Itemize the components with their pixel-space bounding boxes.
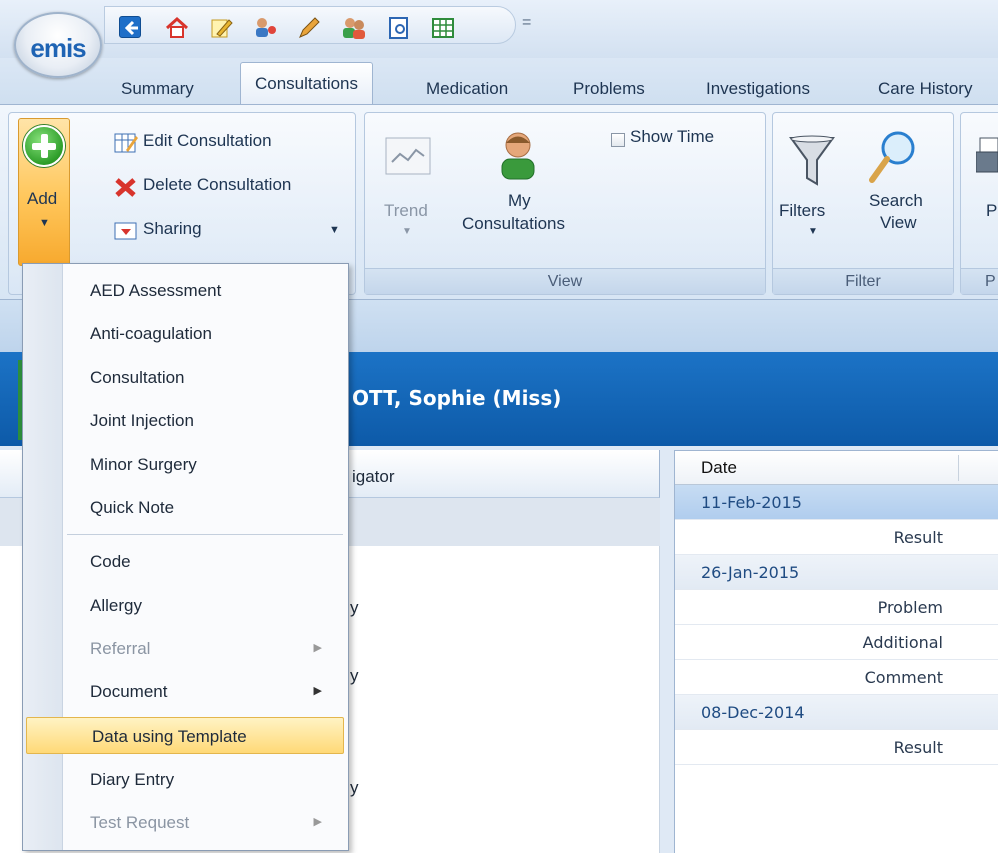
edit-icon[interactable]	[209, 16, 233, 38]
menu-item-minor-surgery[interactable]: Minor Surgery	[25, 446, 346, 483]
table-row[interactable]: Result	[675, 730, 998, 765]
search-view-line1[interactable]: Search	[869, 191, 923, 211]
filter-group-label: Filter	[773, 268, 953, 294]
add-plus-icon	[23, 125, 65, 167]
menu-separator	[67, 534, 343, 535]
print-button[interactable]: P	[986, 201, 997, 221]
my-consultations-line2[interactable]: Consultations	[462, 214, 565, 234]
tab-medication[interactable]: Medication	[426, 74, 508, 104]
table-row[interactable]: Comment	[675, 660, 998, 695]
emis-logo-button[interactable]: emis	[14, 12, 102, 78]
menu-item-quick-note[interactable]: Quick Note	[25, 489, 346, 526]
menu-item-data-using-template[interactable]: Data using Template	[26, 717, 344, 754]
submenu-arrow-icon: ▶	[313, 642, 322, 654]
date-header-label: Date	[701, 458, 737, 477]
add-button[interactable]: Add ▼	[18, 118, 70, 266]
back-arrow-icon[interactable]	[119, 16, 141, 38]
my-consultations-icon	[494, 130, 542, 182]
add-dropdown-menu: AED Assessment Anti-coagulation Consulta…	[22, 263, 349, 851]
menu-item-test-request[interactable]: Test Request ▶	[25, 804, 346, 841]
menu-item-referral[interactable]: Referral ▶	[25, 630, 346, 667]
tab-care-history[interactable]: Care History	[878, 74, 972, 104]
table-row[interactable]: Additional	[675, 625, 998, 660]
my-consultations-line1[interactable]: My	[508, 191, 531, 211]
search-view-line2[interactable]: View	[880, 213, 917, 233]
tab-consultations[interactable]: Consultations	[240, 62, 374, 105]
document-icon[interactable]	[387, 16, 409, 39]
menu-item-consultation[interactable]: Consultation	[25, 359, 346, 396]
filter-funnel-icon	[788, 134, 836, 186]
add-label: Add	[27, 189, 58, 208]
menu-item-document-label: Document	[90, 682, 168, 701]
delete-consultation-button[interactable]: Delete Consultation	[143, 175, 291, 195]
show-time-label: Show Time	[630, 127, 715, 146]
table-row[interactable]: 11-Feb-2015	[675, 485, 998, 520]
sharing-dropdown-icon[interactable]: ▼	[329, 224, 340, 236]
edit-consultation-icon	[114, 132, 138, 153]
navigator-row-text: y	[350, 778, 359, 797]
add-dropdown-icon: ▼	[39, 217, 50, 229]
menu-item-anti-coagulation[interactable]: Anti-coagulation	[25, 315, 346, 352]
column-separator[interactable]	[958, 455, 959, 481]
emis-logo-text: emis	[30, 33, 86, 63]
sharing-button[interactable]: Sharing	[143, 219, 202, 239]
table-row[interactable]: 08-Dec-2014	[675, 695, 998, 730]
menu-item-code[interactable]: Code	[25, 543, 346, 580]
print-group-label: P	[961, 268, 998, 294]
menu-item-aed-assessment[interactable]: AED Assessment	[25, 272, 346, 309]
trend-dropdown-icon: ▼	[402, 226, 412, 237]
submenu-arrow-icon: ▶	[313, 685, 322, 697]
patient-name: OTT, Sophie (Miss)	[352, 386, 562, 410]
quick-access-toolbar	[104, 6, 516, 44]
trend-chart-icon	[384, 136, 432, 176]
menu-item-document[interactable]: Document ▶	[25, 673, 346, 710]
pen-icon[interactable]	[297, 16, 320, 38]
tab-problems[interactable]: Problems	[573, 74, 645, 104]
navigator-row-text: y	[350, 598, 359, 617]
users-icon[interactable]	[253, 16, 276, 38]
table-row[interactable]: Problem	[675, 590, 998, 625]
menu-item-referral-label: Referral	[90, 639, 151, 658]
sharing-icon	[114, 220, 137, 240]
search-magnifier-icon	[868, 130, 918, 186]
menu-item-test-request-label: Test Request	[90, 813, 190, 832]
menu-item-diary-entry[interactable]: Diary Entry	[25, 761, 346, 798]
tab-investigations[interactable]: Investigations	[706, 74, 810, 104]
date-column-header[interactable]: Date	[675, 451, 998, 485]
show-time-checkbox[interactable]	[611, 133, 625, 147]
table-row[interactable]: Result	[675, 520, 998, 555]
table-row[interactable]: 26-Jan-2015	[675, 555, 998, 590]
menu-item-allergy[interactable]: Allergy	[25, 587, 346, 624]
tab-summary[interactable]: Summary	[121, 74, 194, 104]
view-group-label: View	[365, 268, 765, 294]
grid-icon[interactable]	[431, 16, 454, 38]
home-icon[interactable]	[165, 16, 189, 38]
navigator-header-label: igator	[352, 467, 395, 486]
delete-consultation-icon	[114, 176, 136, 197]
trend-button[interactable]: Trend	[384, 201, 428, 221]
consultation-table: Date 11-Feb-2015 Result 26-Jan-2015 Prob…	[674, 450, 998, 853]
filters-dropdown-icon: ▼	[808, 226, 818, 237]
edit-consultation-button[interactable]: Edit Consultation	[143, 131, 272, 151]
submenu-arrow-icon: ▶	[313, 816, 322, 828]
qat-customize-icon[interactable]: =	[522, 14, 531, 32]
people-icon[interactable]	[341, 16, 365, 39]
navigator-row-text: y	[350, 666, 359, 685]
menu-item-joint-injection[interactable]: Joint Injection	[25, 402, 346, 439]
filters-button[interactable]: Filters	[779, 201, 825, 221]
print-icon	[975, 132, 998, 182]
